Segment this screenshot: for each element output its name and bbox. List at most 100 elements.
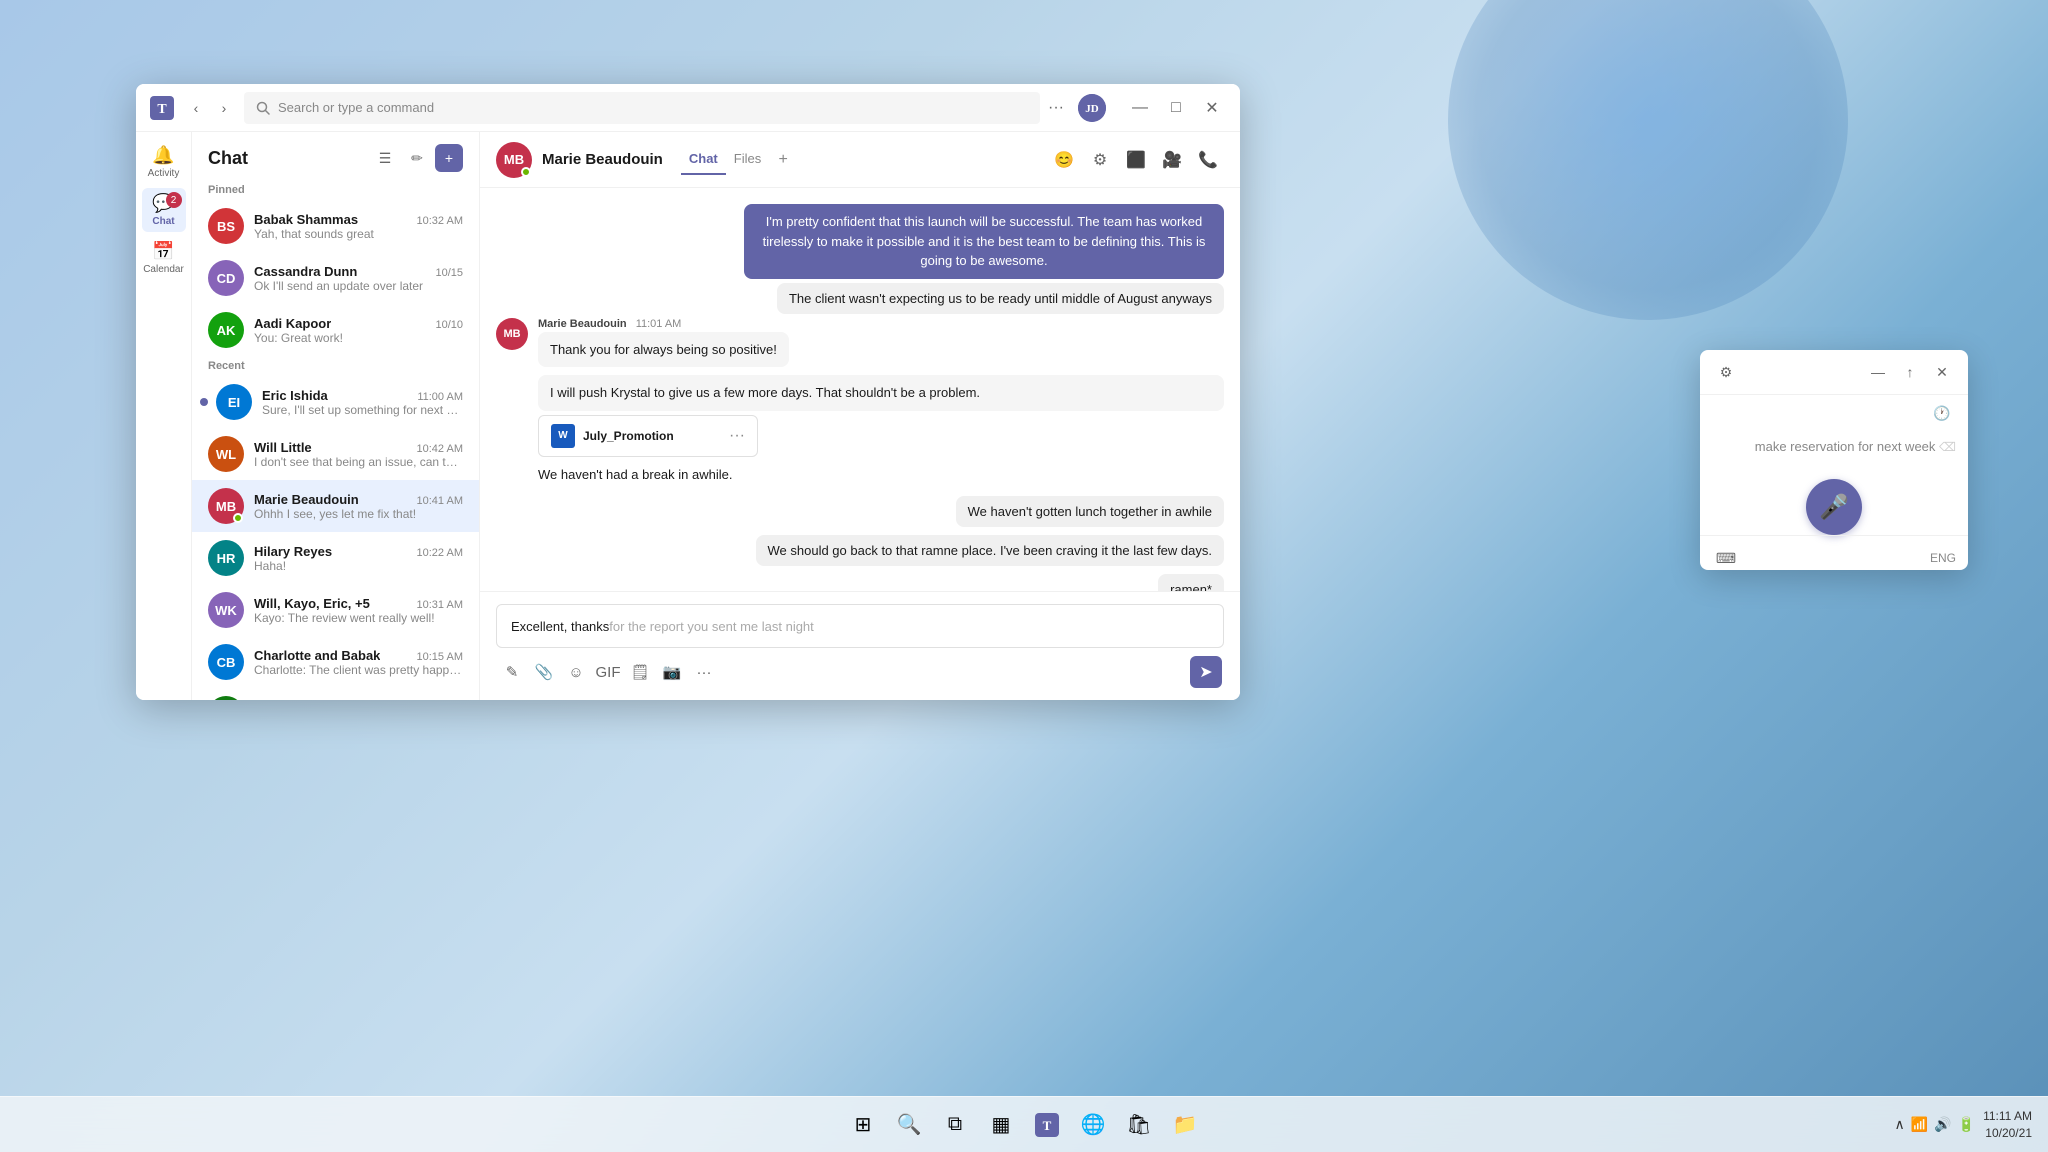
voice-text: make reservation for next week [1755,439,1936,454]
message-row-ramen: We should go back to that ramne place. I… [496,535,1224,566]
voice-upload-button[interactable]: ↑ [1896,358,1924,386]
file-more-button[interactable]: ··· [729,427,745,445]
chat-item-charlotte[interactable]: CB Charlotte and Babak 10:15 AM Charlott… [192,636,479,688]
message-bubble-2: The client wasn't expecting us to be rea… [777,283,1224,314]
sidebar-nav: 🔔 Activity 💬 Chat 2 📅 Calendar [136,132,192,700]
taskview-button[interactable]: ⧉ [935,1105,975,1145]
chat-preview-group: Kayo: The review went really well! [254,611,463,625]
taskbar-right: ∧ 📶 🔊 🔋 11:11 AM 10/20/21 [1895,1108,2032,1142]
sidebar-item-activity[interactable]: 🔔 Activity [142,140,186,184]
taskbar-time-display: 11:11 AM [1983,1108,2032,1125]
chat-info-aadi: Aadi Kapoor 10/10 You: Great work! [254,316,463,345]
format-button[interactable]: ✎ [498,658,526,686]
chat-item-will[interactable]: WL Will Little 10:42 AM I don't see that… [192,428,479,480]
chat-info-eric: Eric Ishida 11:00 AM Sure, I'll set up s… [262,388,463,417]
sidebar-item-chat[interactable]: 💬 Chat 2 [142,188,186,232]
back-button[interactable]: ‹ [184,96,208,120]
chat-preview-hilary: Haha! [254,559,463,573]
voice-history-btn: 🕐 [1700,395,1968,431]
chat-name-hilary: Hilary Reyes [254,544,332,559]
message-row-1: I'm pretty confident that this launch wi… [496,204,1224,279]
send-button[interactable]: ➤ [1190,656,1222,688]
maximize-button[interactable]: □ [1160,92,1192,124]
sticker-button[interactable]: 🗒 [626,658,654,686]
apps-button[interactable]: ⚙ [1084,144,1116,176]
emoji-button[interactable]: 😊 [1048,144,1080,176]
chat-time-charlotte: 10:15 AM [417,651,463,663]
chat-list-actions: ☰ ✏ + [371,144,463,172]
msg-text-push: I will push Krystal to give us a few mor… [538,375,1224,411]
tab-chat[interactable]: Chat [681,147,726,175]
chat-item-reta[interactable]: RT Reta Taylor 10:11 AM Ah, ok I underst… [192,688,479,700]
chevron-icon[interactable]: ∧ [1895,1116,1905,1133]
chat-badge: 2 [166,192,182,208]
teams-window: T ‹ › Search or type a command ··· JD — … [136,84,1240,700]
taskbar-sys-icons: ∧ 📶 🔊 🔋 [1895,1116,1976,1133]
sidebar-item-calendar[interactable]: 📅 Calendar [142,236,186,280]
voice-close-button[interactable]: ✕ [1928,358,1956,386]
msg-sender-name: Marie Beaudouin [538,318,627,330]
edge-taskbar-button[interactable]: 🌐 [1073,1105,1113,1145]
taskbar-date-display: 10/20/21 [1983,1125,2032,1142]
keyboard-icon[interactable]: ⌨ [1712,544,1740,570]
chat-name-eric: Eric Ishida [262,388,328,403]
voice-popup-controls: — ↑ ✕ [1864,358,1956,386]
avatar-group: WK [208,592,244,628]
start-button[interactable]: ⊞ [843,1105,883,1145]
chat-item-babak[interactable]: BS Babak Shammas 10:32 AM Yah, that soun… [192,200,479,252]
schedule-button[interactable]: 📷 [658,658,686,686]
chat-item-hilary[interactable]: HR Hilary Reyes 10:22 AM Haha! [192,532,479,584]
forward-button[interactable]: › [212,96,236,120]
avatar-reta: RT [208,696,244,700]
chat-time-babak: 10:32 AM [417,215,463,227]
teams-taskbar-button[interactable]: T [1027,1105,1067,1145]
avatar-aadi: AK [208,312,244,348]
attach-button[interactable]: 📎 [530,658,558,686]
call-button[interactable]: 📞 [1192,144,1224,176]
chat-item-marie[interactable]: MB Marie Beaudouin 10:41 AM Ohhh I see, … [192,480,479,532]
voice-language: ENG [1930,551,1956,565]
video-button[interactable]: 🎥 [1156,144,1188,176]
compose-button[interactable]: + [435,144,463,172]
user-avatar[interactable]: JD [1078,94,1106,122]
chat-item-aadi[interactable]: AK Aadi Kapoor 10/10 You: Great work! [192,304,479,356]
screenshare-button[interactable]: ⬛ [1120,144,1152,176]
microphone-button[interactable]: 🎤 [1806,479,1862,535]
avatar-hilary: HR [208,540,244,576]
message-content-marie: Marie Beaudouin 11:01 AM Thank you for a… [538,318,789,368]
voice-popup-content: make reservation for next week ⌫ 🎤 [1700,431,1968,535]
minimize-button[interactable]: — [1124,92,1156,124]
more-button[interactable]: ··· [1040,92,1072,124]
search-taskbar-button[interactable]: 🔍 [889,1105,929,1145]
add-tab-button[interactable]: + [769,146,797,174]
gif-button[interactable]: GIF [594,658,622,686]
close-button[interactable]: ✕ [1196,92,1228,124]
chat-name-group: Will, Kayo, Eric, +5 [254,596,370,611]
voice-popup-footer: ⌨ ENG [1700,535,1968,570]
tab-files[interactable]: Files [726,147,769,175]
voice-history-icon[interactable]: 🕐 [1928,399,1956,427]
avatar-will: WL [208,436,244,472]
widgets-button[interactable]: ▦ [981,1105,1021,1145]
chat-label: Chat [152,216,174,227]
more-input-button[interactable]: ··· [690,658,718,686]
chat-window: MB Marie Beaudouin Chat Files + 😊 ⚙ ⬛ 🎥 … [480,132,1240,700]
chat-info-group: Will, Kayo, Eric, +5 10:31 AM Kayo: The … [254,596,463,625]
chat-preview-eric: Sure, I'll set up something for next wee… [262,403,463,417]
store-taskbar-button[interactable]: 🛍 [1119,1105,1159,1145]
filter-button[interactable]: ☰ [371,144,399,172]
chat-item-cassandra[interactable]: CD Cassandra Dunn 10/15 Ok I'll send an … [192,252,479,304]
new-chat-button[interactable]: ✏ [403,144,431,172]
emoji-input-button[interactable]: ☺ [562,658,590,686]
voice-minimize-button[interactable]: — [1864,358,1892,386]
message-input[interactable]: Excellent, thanks for the report you sen… [496,604,1224,648]
search-bar[interactable]: Search or type a command [244,92,1040,124]
voice-settings-button[interactable]: ⚙ [1712,358,1740,386]
content-area: 🔔 Activity 💬 Chat 2 📅 Calendar Chat ☰ ✏ … [136,132,1240,700]
taskbar-datetime[interactable]: 11:11 AM 10/20/21 [1983,1108,2032,1142]
chat-item-eric[interactable]: EI Eric Ishida 11:00 AM Sure, I'll set u… [192,376,479,428]
chat-item-group[interactable]: WK Will, Kayo, Eric, +5 10:31 AM Kayo: T… [192,584,479,636]
files-taskbar-button[interactable]: 📁 [1165,1105,1205,1145]
title-bar: T ‹ › Search or type a command ··· JD — … [136,84,1240,132]
chat-list: Chat ☰ ✏ + Pinned BS Babak Shammas 10:32… [192,132,480,700]
